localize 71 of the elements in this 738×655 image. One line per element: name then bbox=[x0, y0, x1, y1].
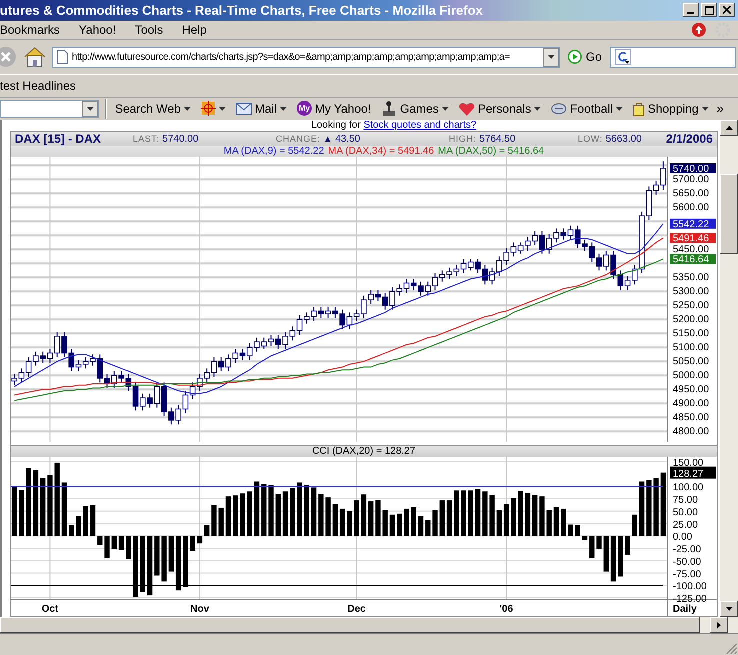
axis-label: 100.00 bbox=[673, 483, 704, 494]
menu-item[interactable]: Help bbox=[182, 23, 207, 38]
menu-item[interactable]: Tools bbox=[135, 23, 164, 38]
indicator-title: CCI (DAX,20) = 128.27 bbox=[312, 446, 416, 458]
stat-value: 5663.00 bbox=[606, 134, 642, 145]
toolbar-button[interactable]: My My Yahoo! bbox=[295, 101, 374, 116]
axis-label: -50.00 bbox=[673, 557, 702, 568]
toolbar-button[interactable]: Personals bbox=[456, 102, 544, 116]
menu-item[interactable]: Yahoo! bbox=[79, 23, 116, 38]
axis-label: 5700.00 bbox=[673, 175, 710, 186]
stat-label: LOW: bbox=[578, 134, 603, 144]
promo-link[interactable]: Stock quotes and charts? bbox=[364, 120, 477, 132]
go-button[interactable]: Go bbox=[565, 50, 606, 64]
price-tag: 5542.22 bbox=[670, 219, 716, 231]
axis-label: 4950.00 bbox=[673, 384, 710, 396]
promo-text: Looking for Stock quotes and charts? bbox=[310, 120, 478, 132]
url-field[interactable]: http://www.futuresource.com/charts/charts.jsp?s=dax&o=&amp;amp;amp;amp;amp;amp;amp;amp;amp;a= bbox=[52, 46, 560, 68]
stat-value: 43.50 bbox=[335, 134, 360, 145]
chart-symbol: DAX [15] - DAX bbox=[15, 132, 102, 146]
value-tag: 128.27 bbox=[670, 467, 716, 480]
axis-label: 5600.00 bbox=[673, 202, 710, 214]
axis-label: 5450.00 bbox=[673, 244, 710, 256]
stat-label: CHANGE: bbox=[276, 134, 321, 144]
month-label: Dec bbox=[348, 604, 366, 616]
axis-label: 5050.00 bbox=[673, 356, 710, 368]
toolbar-button[interactable]: Search Web bbox=[113, 102, 193, 116]
window-title: utures & Commodities Charts - Real-Time Charts, Free Charts - Mozilla Firefox bbox=[0, 2, 484, 18]
toolbar-button[interactable]: Games bbox=[379, 100, 451, 117]
menu-item[interactable]: Bookmarks bbox=[0, 23, 60, 38]
axis-label: 5200.00 bbox=[673, 314, 710, 326]
axis-label: -25.00 bbox=[673, 544, 702, 556]
axis-label: -125.00 bbox=[673, 594, 707, 606]
overflow-button[interactable]: » bbox=[716, 101, 724, 116]
my-yahoo-badge: My bbox=[297, 101, 312, 116]
axis-label: 4800.00 bbox=[673, 426, 710, 438]
stat-value: 5740.00 bbox=[162, 134, 199, 145]
stat-label: LAST: bbox=[133, 134, 160, 144]
axis-label: 5650.00 bbox=[673, 188, 710, 200]
stat-value: 5764.50 bbox=[480, 134, 516, 145]
toolbar-button[interactable]: Mail bbox=[234, 102, 290, 116]
legend-item: MA (DAX,50) = 5416.64 bbox=[438, 146, 544, 158]
month-label: Nov bbox=[190, 604, 210, 616]
axis-label: 4900.00 bbox=[673, 398, 710, 410]
month-label: '06 bbox=[500, 604, 514, 616]
axis-label: 5100.00 bbox=[673, 342, 710, 354]
chart-date: 2/1/2006 bbox=[666, 132, 713, 146]
stat-label: HIGH: bbox=[449, 134, 477, 144]
axis-label: 0.00 bbox=[673, 532, 692, 544]
axis-label: 150.00 bbox=[673, 458, 704, 470]
axis-label: -100.00 bbox=[673, 582, 707, 593]
axis-label: 4850.00 bbox=[673, 412, 710, 424]
legend-item: MA (DAX,9) = 5542.22 bbox=[224, 146, 324, 158]
axis-label: 5300.00 bbox=[673, 286, 710, 298]
axis-label: -75.00 bbox=[673, 570, 702, 581]
axis-label: 50.00 bbox=[673, 508, 698, 519]
bookmark-item[interactable]: test Headlines bbox=[0, 78, 76, 93]
price-tag: 5416.64 bbox=[670, 254, 716, 266]
axis-label: 5000.00 bbox=[673, 370, 710, 382]
price-tag: 5491.46 bbox=[670, 234, 716, 245]
change-marker: ▲ bbox=[324, 134, 332, 144]
axis-label: 75.00 bbox=[673, 495, 698, 506]
price-tag: 5740.00 bbox=[670, 164, 716, 176]
axis-label: 5250.00 bbox=[673, 300, 710, 312]
axis-label: 5350.00 bbox=[673, 272, 710, 284]
axis-label: 5150.00 bbox=[673, 328, 710, 340]
toolbar-button[interactable]: Shopping bbox=[631, 100, 711, 117]
axis-label: 25.00 bbox=[673, 520, 698, 532]
period-label: Daily bbox=[673, 604, 697, 616]
toolbar-button[interactable]: Football bbox=[549, 102, 626, 116]
legend-item: MA (DAX,34) = 5491.46 bbox=[328, 146, 434, 158]
month-label: Oct bbox=[42, 604, 59, 616]
